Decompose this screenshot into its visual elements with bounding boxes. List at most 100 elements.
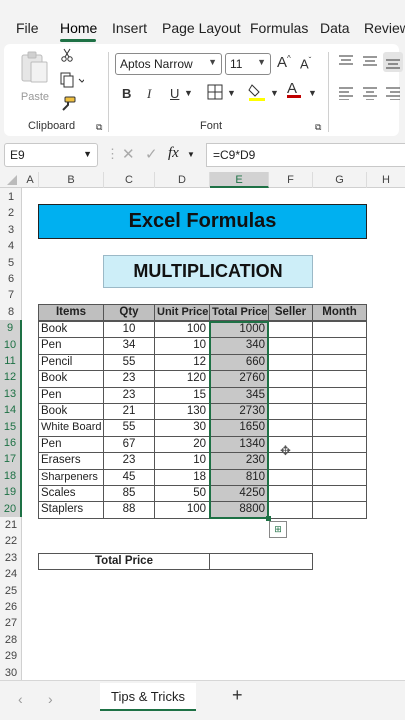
row-header-8[interactable]: 8 bbox=[0, 304, 22, 320]
cell-unit-price[interactable]: 12 bbox=[154, 353, 210, 372]
tab-insert[interactable]: Insert bbox=[112, 20, 147, 36]
bold-button[interactable]: B bbox=[122, 86, 131, 101]
insert-function-button[interactable]: fx bbox=[168, 145, 179, 162]
column-header-b[interactable]: B bbox=[39, 172, 104, 188]
row-header-25[interactable]: 25 bbox=[0, 583, 22, 599]
cell-total-price[interactable]: 345 bbox=[209, 386, 269, 404]
cell-item[interactable]: Staplers bbox=[38, 501, 104, 519]
chevron-down-icon[interactable]: ▼ bbox=[308, 88, 317, 98]
cell-seller[interactable] bbox=[268, 321, 313, 339]
cancel-icon[interactable]: ✕ bbox=[122, 145, 135, 163]
cell-unit-price[interactable]: 120 bbox=[154, 370, 210, 388]
tab-formulas[interactable]: Formulas bbox=[250, 20, 308, 36]
row-header-19[interactable]: 19 bbox=[0, 484, 22, 501]
tab-page-layout[interactable]: Page Layout bbox=[162, 20, 241, 36]
chevron-down-icon[interactable]: ▼ bbox=[187, 150, 195, 159]
row-header-22[interactable]: 22 bbox=[0, 533, 22, 549]
cell-qty[interactable]: 34 bbox=[103, 337, 155, 355]
tab-review[interactable]: Review bbox=[364, 20, 405, 36]
cell-qty[interactable]: 85 bbox=[103, 485, 155, 503]
cell-month[interactable] bbox=[312, 419, 367, 437]
cell-qty[interactable]: 88 bbox=[103, 501, 155, 519]
chevron-down-icon[interactable]: ▼ bbox=[184, 88, 193, 98]
tab-data[interactable]: Data bbox=[320, 20, 350, 36]
copy-icon[interactable] bbox=[60, 72, 86, 91]
cell-unit-price[interactable]: 10 bbox=[154, 337, 210, 355]
tab-file[interactable]: File bbox=[16, 20, 39, 36]
cell-unit-price[interactable]: 15 bbox=[154, 386, 210, 404]
cell-month[interactable] bbox=[312, 353, 367, 372]
align-middle-icon[interactable] bbox=[362, 54, 378, 71]
enter-icon[interactable]: ✓ bbox=[145, 145, 158, 163]
next-sheet-icon[interactable]: › bbox=[48, 691, 53, 707]
total-price-label[interactable]: Total Price bbox=[38, 553, 210, 570]
row-header-29[interactable]: 29 bbox=[0, 648, 22, 664]
cell-item[interactable]: Book bbox=[38, 370, 104, 388]
prev-sheet-icon[interactable]: ‹ bbox=[18, 691, 23, 707]
cell-month[interactable] bbox=[312, 468, 367, 486]
cell-item[interactable]: Scales bbox=[38, 485, 104, 503]
row-header-6[interactable]: 6 bbox=[0, 271, 22, 287]
row-header-30[interactable]: 30 bbox=[0, 665, 22, 681]
cell-unit-price[interactable]: 100 bbox=[154, 501, 210, 519]
italic-button[interactable]: I bbox=[147, 86, 151, 102]
increase-font-size-icon[interactable]: A^ bbox=[277, 54, 291, 71]
row-header-15[interactable]: 15 bbox=[0, 418, 22, 435]
column-header-a[interactable]: A bbox=[22, 172, 39, 188]
row-header-20[interactable]: 20 bbox=[0, 500, 22, 517]
cell-unit-price[interactable]: 100 bbox=[154, 321, 210, 339]
row-header-13[interactable]: 13 bbox=[0, 385, 22, 403]
sheet-subtitle[interactable]: MULTIPLICATION bbox=[103, 255, 313, 288]
cell-seller[interactable] bbox=[268, 403, 313, 421]
align-top-icon[interactable] bbox=[338, 54, 354, 71]
row-header-23[interactable]: 23 bbox=[0, 550, 22, 566]
cell-qty[interactable]: 23 bbox=[103, 386, 155, 404]
column-header-e[interactable]: E bbox=[210, 172, 269, 188]
cell-item[interactable]: Book bbox=[38, 321, 104, 339]
cell-month[interactable] bbox=[312, 403, 367, 421]
clipboard-launcher-icon[interactable]: ⧉ bbox=[96, 122, 102, 133]
cell-seller[interactable] bbox=[268, 386, 313, 404]
cell-month[interactable] bbox=[312, 321, 367, 339]
row-header-7[interactable]: 7 bbox=[0, 287, 22, 303]
row-header-1[interactable]: 1 bbox=[0, 189, 22, 205]
cell-item[interactable]: Erasers bbox=[38, 452, 104, 470]
cell-unit-price[interactable]: 50 bbox=[154, 485, 210, 503]
cell-seller[interactable] bbox=[268, 353, 313, 372]
cell-item[interactable]: Book bbox=[38, 403, 104, 421]
row-header-2[interactable]: 2 bbox=[0, 205, 22, 221]
cell-item[interactable]: Sharpeners bbox=[38, 468, 104, 486]
cell-month[interactable] bbox=[312, 452, 367, 470]
cell-total-price[interactable]: 340 bbox=[209, 337, 269, 355]
column-header-c[interactable]: C bbox=[104, 172, 155, 188]
cell-total-price[interactable]: 1650 bbox=[209, 419, 269, 437]
header-qty[interactable]: Qty bbox=[103, 304, 155, 321]
column-header-h[interactable]: H bbox=[367, 172, 405, 188]
format-painter-icon[interactable] bbox=[60, 96, 76, 115]
sheet-title[interactable]: Excel Formulas bbox=[38, 204, 367, 239]
row-header-12[interactable]: 12 bbox=[0, 369, 22, 386]
cell-month[interactable] bbox=[312, 386, 367, 404]
cell-item[interactable]: Pencil bbox=[38, 353, 104, 372]
cell-item[interactable]: White Board bbox=[38, 419, 104, 437]
cell-unit-price[interactable]: 10 bbox=[154, 452, 210, 470]
worksheet-grid[interactable]: A B C D E F G H 1 2 3 4 5 6 7 8 9 10 11 12 13 14 15 16 1… bbox=[0, 170, 405, 680]
cell-total-price[interactable]: 8800 bbox=[209, 501, 269, 519]
select-all-icon[interactable] bbox=[7, 175, 17, 185]
align-left-icon[interactable] bbox=[338, 86, 354, 103]
borders-icon[interactable] bbox=[207, 84, 223, 103]
cell-qty[interactable]: 23 bbox=[103, 452, 155, 470]
row-header-28[interactable]: 28 bbox=[0, 632, 22, 648]
header-month[interactable]: Month bbox=[312, 304, 367, 321]
row-header-14[interactable]: 14 bbox=[0, 402, 22, 419]
fill-color-icon[interactable] bbox=[248, 82, 266, 105]
row-header-21[interactable]: 21 bbox=[0, 517, 22, 533]
more-options-icon[interactable]: ⋮ bbox=[106, 146, 119, 162]
cell-total-price[interactable]: 4250 bbox=[209, 485, 269, 503]
cell-seller[interactable] bbox=[268, 485, 313, 503]
paste-button[interactable]: Paste bbox=[18, 50, 52, 103]
decrease-font-size-icon[interactable]: Aˇ bbox=[300, 56, 311, 71]
cell-total-price[interactable]: 810 bbox=[209, 468, 269, 486]
name-box[interactable]: E9 ▼ bbox=[4, 143, 98, 167]
cell-qty[interactable]: 55 bbox=[103, 419, 155, 437]
